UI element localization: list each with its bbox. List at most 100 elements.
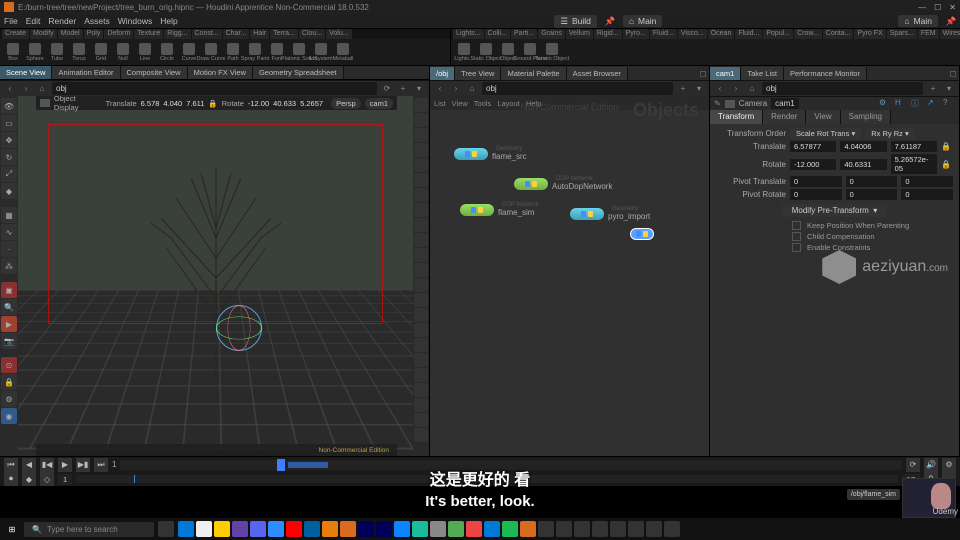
- taskbar-app-2[interactable]: [214, 521, 230, 537]
- tab-take-list[interactable]: Take List: [741, 67, 784, 80]
- shelf-tool-platonic-solids[interactable]: Platonic Solids: [288, 40, 310, 64]
- realtime-toggle[interactable]: ⟳: [906, 458, 920, 472]
- snap-point-icon[interactable]: ·: [1, 241, 17, 257]
- taskbar-app-26[interactable]: [646, 521, 662, 537]
- taskbar-app-24[interactable]: [610, 521, 626, 537]
- snap-curve-icon[interactable]: ∿: [1, 224, 17, 240]
- next-frame-button[interactable]: ▶▮: [76, 458, 90, 472]
- taskbar-app-11[interactable]: [376, 521, 392, 537]
- maximize-button[interactable]: ☐: [934, 3, 941, 12]
- minimize-button[interactable]: —: [918, 3, 926, 12]
- rot-order-dropdown[interactable]: Rx Ry Rz ▾: [865, 128, 915, 139]
- gear-icon[interactable]: ⚙: [879, 98, 891, 110]
- inspect-icon[interactable]: 🔍: [1, 299, 17, 315]
- tab-cam1[interactable]: cam1: [710, 67, 741, 80]
- shelf-tool-tube[interactable]: Tube: [46, 40, 68, 64]
- d23-icon[interactable]: [414, 428, 428, 442]
- cur-frame-field[interactable]: 1: [112, 460, 116, 469]
- key-set-button[interactable]: ◆: [22, 472, 36, 486]
- tab-motion-fx[interactable]: Motion FX View: [188, 66, 253, 79]
- nav-fwd-icon[interactable]: ›: [20, 83, 32, 95]
- scale-tool-icon[interactable]: ⤢: [1, 166, 17, 182]
- d4-icon[interactable]: [414, 143, 428, 157]
- taskbar-app-9[interactable]: [340, 521, 356, 537]
- help2-icon[interactable]: ?: [943, 98, 955, 110]
- audio-icon[interactable]: 🔊: [924, 458, 938, 472]
- d16-icon[interactable]: [414, 323, 428, 337]
- d2-icon[interactable]: [414, 113, 428, 127]
- desktop-selector[interactable]: ☰Build: [554, 15, 597, 28]
- taskbar-app-25[interactable]: [628, 521, 644, 537]
- pin-icon[interactable]: 📌: [605, 16, 615, 26]
- start-frame-field[interactable]: 1: [58, 474, 72, 485]
- nav-menu-icon[interactable]: ▾: [413, 83, 425, 95]
- nav-plus-icon[interactable]: +: [397, 83, 409, 95]
- ptab-render[interactable]: Render: [763, 110, 806, 124]
- play-button[interactable]: ▶: [58, 458, 72, 472]
- taskbar-app-7[interactable]: [304, 521, 320, 537]
- lock-xyz-icon[interactable]: 🔒: [941, 160, 953, 169]
- nav-back-icon[interactable]: ‹: [714, 83, 726, 95]
- task-view-icon[interactable]: [158, 521, 174, 537]
- taskbar-app-21[interactable]: [556, 521, 572, 537]
- taskbar-app-27[interactable]: [664, 521, 680, 537]
- visualize-icon[interactable]: ◉: [1, 408, 17, 424]
- d7-icon[interactable]: [414, 188, 428, 202]
- shelf-tool-terrain-object[interactable]: Terrain Object: [541, 40, 563, 64]
- home-icon[interactable]: ⌂: [746, 83, 758, 95]
- snap-grid-icon[interactable]: ▦: [1, 207, 17, 223]
- shelf-tool-box[interactable]: Box: [2, 40, 24, 64]
- d17-icon[interactable]: [414, 338, 428, 352]
- close-button[interactable]: ✕: [949, 3, 956, 12]
- taskbar-app-5[interactable]: [268, 521, 284, 537]
- taskbar-app-16[interactable]: [466, 521, 482, 537]
- ptab-transform[interactable]: Transform: [710, 110, 763, 124]
- prz-field[interactable]: 0: [901, 189, 953, 200]
- pane-max-icon[interactable]: ▢: [947, 67, 959, 79]
- shelf-tool-line[interactable]: Line: [134, 40, 156, 64]
- handle-tool-icon[interactable]: ◆: [1, 183, 17, 199]
- tab-tree-view[interactable]: Tree View: [455, 67, 501, 80]
- d18-icon[interactable]: [414, 353, 428, 367]
- pry-field[interactable]: 0: [846, 189, 898, 200]
- menu-file[interactable]: File: [4, 16, 18, 26]
- magnet-icon[interactable]: ⊙: [1, 357, 17, 373]
- nav-back-icon[interactable]: ‹: [434, 83, 446, 95]
- tab-obj[interactable]: /obj: [430, 67, 455, 80]
- taskbar-app-19[interactable]: [520, 521, 536, 537]
- taskbar-app-14[interactable]: [430, 521, 446, 537]
- select-tool-icon[interactable]: ▭: [1, 115, 17, 131]
- d8-icon[interactable]: [414, 203, 428, 217]
- network-view[interactable]: List View Tools Layout Help Non-Commerci…: [430, 96, 709, 456]
- move-tool-icon[interactable]: ✥: [1, 132, 17, 148]
- ptz-field[interactable]: 0: [901, 176, 953, 187]
- tab-asset-browser[interactable]: Asset Browser: [567, 67, 628, 80]
- first-frame-button[interactable]: ⏮: [4, 458, 18, 472]
- d6-icon[interactable]: [414, 173, 428, 187]
- view-tool-icon[interactable]: 👁: [1, 98, 17, 114]
- taskbar-app-17[interactable]: [484, 521, 500, 537]
- xform-order-dropdown[interactable]: Scale Rot Trans ▾: [790, 128, 861, 139]
- network-path-field[interactable]: obj: [482, 82, 673, 95]
- taskbar-app-13[interactable]: [412, 521, 428, 537]
- taskbar-app-15[interactable]: [448, 521, 464, 537]
- home-icon[interactable]: ⌂: [466, 83, 478, 95]
- node-pyro_import[interactable]: Geometrypyro_import: [570, 206, 650, 221]
- shelf-tool-circle[interactable]: Circle: [156, 40, 178, 64]
- snap-multi-icon[interactable]: ⁂: [1, 258, 17, 274]
- menu-render[interactable]: Render: [48, 16, 76, 26]
- d10-icon[interactable]: [414, 233, 428, 247]
- render-view-icon[interactable]: 📷: [1, 333, 17, 349]
- play-back-button[interactable]: ▮◀: [40, 458, 54, 472]
- lock-icon[interactable]: 🔒: [1, 374, 17, 390]
- node-name-field[interactable]: cam1: [771, 98, 799, 109]
- taskbar-app-1[interactable]: [196, 521, 212, 537]
- home-icon[interactable]: ⌂: [36, 83, 48, 95]
- shelf-tool-metaball[interactable]: Metaball: [332, 40, 354, 64]
- taskbar-app-12[interactable]: [394, 521, 410, 537]
- ptab-view[interactable]: View: [806, 110, 840, 124]
- pin-icon-2[interactable]: 📌: [946, 16, 956, 26]
- playhead[interactable]: [277, 459, 285, 471]
- nav-back-icon[interactable]: ‹: [4, 83, 16, 95]
- pty-field[interactable]: 0: [846, 176, 898, 187]
